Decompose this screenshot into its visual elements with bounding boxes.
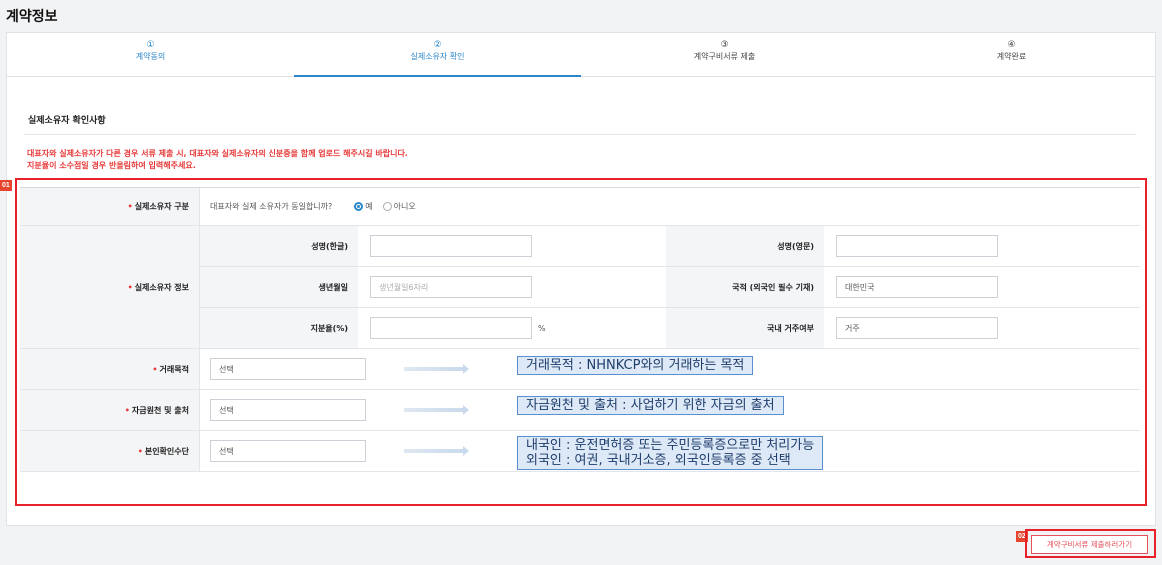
row-owner-info: • 실제소유자 정보 성명(한글) 성명(영문) 생년월일 생년월일6자리 국적 …	[20, 226, 1140, 349]
step-1-label: 계약동의	[135, 52, 166, 61]
purpose-label: • 거래목적	[20, 349, 200, 389]
name-kr-label: 성명(한글)	[200, 226, 358, 266]
page-title: 계약정보	[6, 9, 58, 25]
owner-type-cell: 대표자와 실제 소유자가 동일합니까? 예 아니오	[200, 188, 416, 225]
marker-01: 01	[0, 180, 12, 191]
step-3-label: 계약구비서류 제출	[693, 52, 756, 61]
step-indicator: ① 계약동의 ② 실제소유자 확인 ③ 계약구비서류 제출 ④ 계약완료	[7, 33, 1155, 77]
notice-line-2: 지분율이 소수점일 경우 반올림하여 입력해주세요.	[27, 161, 196, 170]
step-2: ② 실제소유자 확인	[294, 33, 581, 77]
callout-fund: 자금원천 및 출처 : 사업하기 위한 자금의 출처	[517, 396, 784, 415]
nation-input[interactable]: 대한민국	[836, 276, 998, 298]
step-4: ④ 계약완료	[996, 40, 1027, 61]
fund-select[interactable]: 선택	[210, 399, 366, 421]
fund-label: • 자금원천 및 출처	[20, 390, 200, 430]
purpose-select[interactable]: 선택	[210, 358, 366, 380]
callout-purpose: 거래목적 : NHNKCP와의 거래하는 목적	[517, 356, 754, 375]
row-owner-type: • 실제소유자 구분 대표자와 실제 소유자가 동일합니까? 예 아니오	[20, 188, 1140, 226]
step-4-label: 계약완료	[996, 52, 1027, 61]
share-unit: %	[538, 323, 546, 333]
share-input[interactable]	[370, 317, 532, 339]
radio-no-icon	[382, 202, 392, 211]
owner-type-label: • 실제소유자 구분	[20, 188, 200, 225]
birth-label: 생년월일	[200, 267, 358, 307]
nation-label: 국적 (외국인 필수 기재)	[666, 267, 824, 307]
notice-text: 대표자와 실제소유자가 다른 경우 서류 제출 시, 대표자와 실제소유자의 신…	[27, 148, 408, 172]
step-3: ③ 계약구비서류 제출	[693, 40, 756, 61]
radio-no[interactable]: 아니오	[382, 201, 416, 212]
identity-select[interactable]: 선택	[210, 440, 366, 462]
residence-label: 국내 거주여부	[666, 308, 824, 348]
notice-line-1: 대표자와 실제소유자가 다른 경우 서류 제출 시, 대표자와 실제소유자의 신…	[27, 149, 408, 158]
owner-info-label: • 실제소유자 정보	[20, 226, 200, 348]
name-kr-input[interactable]	[370, 235, 532, 257]
section-divider	[24, 134, 1136, 135]
step-1: ① 계약동의	[135, 40, 166, 61]
arrow-right-icon	[404, 364, 469, 374]
radio-yes[interactable]: 예	[354, 201, 373, 212]
owner-info-grid: 성명(한글) 성명(영문) 생년월일 생년월일6자리 국적 (외국인 필수 기재…	[200, 226, 1140, 348]
birth-input[interactable]: 생년월일6자리	[370, 276, 532, 298]
identity-label: • 본인확인수단	[20, 431, 200, 471]
owner-info-row-1: 성명(한글) 성명(영문)	[200, 226, 1140, 267]
callout-identity: 내국인 : 운전면허증 또는 주민등록증으로만 처리가능 외국인 : 여권, 국…	[517, 436, 824, 470]
residence-input[interactable]: 거주	[836, 317, 998, 339]
arrow-right-icon	[404, 405, 469, 415]
arrow-right-icon	[404, 446, 469, 456]
name-en-label: 성명(영문)	[666, 226, 824, 266]
owner-info-row-3: 지분율(%) % 국내 거주여부 거주	[200, 308, 1140, 348]
owner-form-table: • 실제소유자 구분 대표자와 실제 소유자가 동일합니까? 예 아니오 • 실제소…	[20, 187, 1140, 472]
name-en-input[interactable]	[836, 235, 998, 257]
radio-yes-icon	[354, 202, 364, 211]
step-2-label: 실제소유자 확인	[410, 52, 465, 61]
section-title: 실제소유자 확인사항	[28, 116, 106, 126]
share-label: 지분율(%)	[200, 308, 358, 348]
submit-documents-button[interactable]: 계약구비서류 제출하러가기	[1031, 535, 1148, 554]
owner-type-question: 대표자와 실제 소유자가 동일합니까?	[210, 202, 333, 211]
owner-info-row-2: 생년월일 생년월일6자리 국적 (외국인 필수 기재) 대한민국	[200, 267, 1140, 308]
